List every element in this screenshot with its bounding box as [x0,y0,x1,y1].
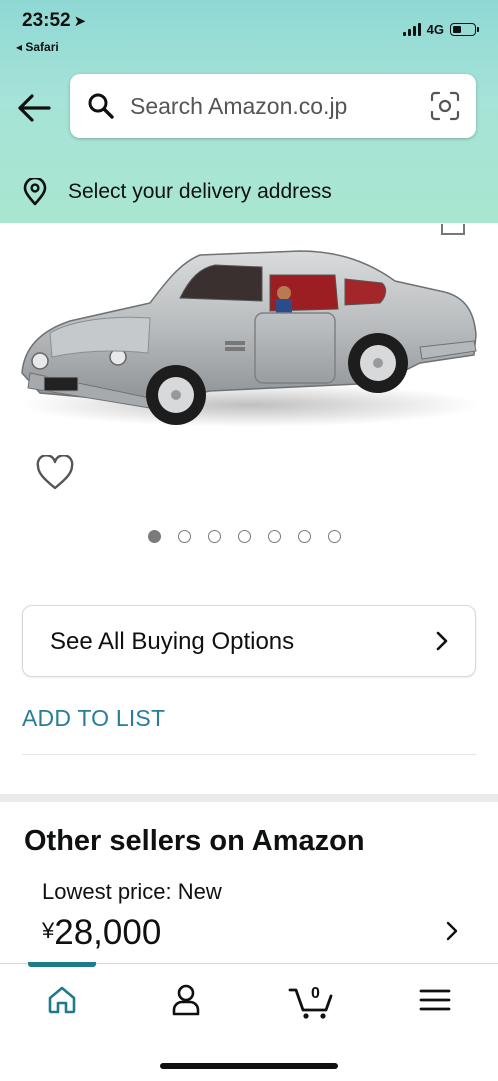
hamburger-menu-icon [419,988,451,1017]
pagination-dot[interactable] [298,530,311,543]
buying-options-label: See All Buying Options [50,628,295,655]
currency-symbol: ¥ [42,918,55,943]
search-input[interactable] [128,91,417,121]
delivery-address-label: Select your delivery address [68,179,332,203]
pagination-dot[interactable] [238,530,251,543]
price-value: 28,000 [54,913,162,952]
cart-icon: 0 [288,984,334,1020]
cart-count: 0 [311,985,320,1002]
network-type: 4G [426,22,444,37]
tab-home[interactable] [34,980,90,1024]
location-arrow-icon: ➤ [73,13,87,30]
home-icon [47,986,77,1019]
search-icon[interactable] [86,91,116,121]
tab-account[interactable] [158,980,214,1024]
pagination-dot[interactable] [148,530,161,543]
signal-bars-icon [402,23,421,36]
product-image[interactable] [0,223,498,443]
battery-icon [450,23,479,36]
status-time: 23:52 ➤ [22,10,86,32]
bottom-tab-bar: 0 [0,962,498,1081]
tab-menu[interactable] [407,980,463,1024]
delivery-address-bar[interactable]: Select your delivery address [0,160,498,223]
lowest-price[interactable]: ¥28,000 [42,913,161,953]
app-header: 23:52➤ ◂ Safari 4G Select your delivery … [0,0,498,223]
tab-cart[interactable]: 0 [283,980,339,1024]
back-arrow-icon[interactable] [14,88,54,128]
user-icon [171,984,201,1021]
location-pin-icon [22,177,48,205]
status-indicators: 4G [402,22,479,37]
home-indicator[interactable] [160,1063,338,1069]
pagination-dot[interactable] [268,530,281,543]
section-separator [0,794,498,802]
pagination-dot[interactable] [208,530,221,543]
see-all-buying-options-button[interactable]: See All Buying Options [22,605,476,677]
back-to-safari[interactable]: ◂ Safari [16,40,59,54]
other-sellers-title: Other sellers on Amazon [24,825,365,857]
search-bar[interactable] [70,74,476,138]
wishlist-heart-icon[interactable] [36,454,74,491]
image-pagination [148,530,341,543]
pagination-dot[interactable] [178,530,191,543]
chevron-right-icon[interactable] [446,921,458,941]
active-tab-indicator [28,962,96,967]
add-to-list-link[interactable]: ADD TO LIST [22,705,165,732]
divider [22,754,476,755]
camera-scan-icon[interactable] [430,91,460,121]
pagination-dot[interactable] [328,530,341,543]
lowest-price-label[interactable]: Lowest price: New [42,879,222,905]
chevron-right-icon [435,630,449,652]
status-time-text: 23:52 [22,10,71,31]
